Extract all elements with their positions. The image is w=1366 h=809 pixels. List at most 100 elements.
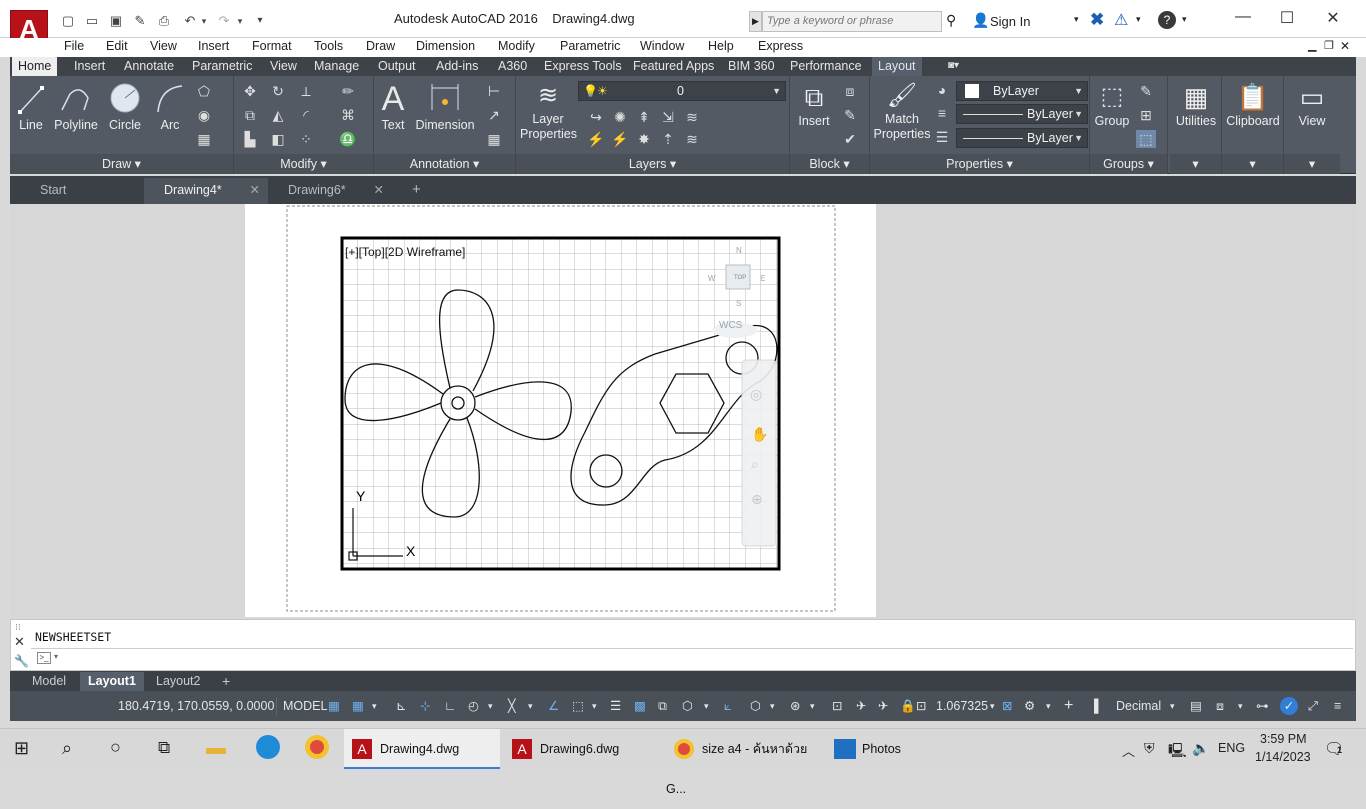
- file-tab-drawing6[interactable]: Drawing6* ✕: [268, 178, 392, 204]
- isodraft-dropdown-icon[interactable]: ▾: [528, 697, 533, 715]
- hardware-acceleration-icon[interactable]: ✓: [1280, 697, 1298, 715]
- viewcube-east-label[interactable]: E: [760, 274, 765, 283]
- layer-dropdown[interactable]: 💡 ☀ 0 ▼: [578, 81, 786, 101]
- layer-freeze-icon[interactable]: ⇞: [634, 108, 654, 126]
- search-input[interactable]: Type a keyword or phrase: [762, 11, 942, 32]
- menu-format[interactable]: Format: [252, 38, 292, 54]
- annotation-scale-sync-icon[interactable]: ⊠: [1002, 697, 1012, 715]
- dynamic-input-icon[interactable]: ⊹: [420, 697, 430, 715]
- viewport-controls-label[interactable]: [+][Top][2D Wireframe]: [345, 245, 465, 259]
- print-icon[interactable]: ⎙: [154, 12, 174, 30]
- explode-icon[interactable]: ⌘: [338, 106, 358, 124]
- orbit-icon[interactable]: ⊕: [751, 492, 763, 508]
- menu-insert[interactable]: Insert: [198, 38, 229, 54]
- help-icon[interactable]: ?: [1158, 11, 1176, 29]
- modify-panel-title[interactable]: Modify ▾: [234, 154, 373, 174]
- customization-menu-icon[interactable]: ≡: [1334, 697, 1341, 715]
- doc-restore-icon[interactable]: ❐: [1324, 38, 1334, 54]
- tab-view[interactable]: View: [264, 57, 303, 76]
- line-button[interactable]: Line: [16, 80, 46, 133]
- lock-viewport-icon[interactable]: ⧈: [1216, 697, 1224, 715]
- tab-home[interactable]: Home: [12, 57, 58, 76]
- fillet-icon[interactable]: ◜: [296, 106, 316, 124]
- pan-icon[interactable]: ✋: [751, 426, 768, 443]
- undo-dropdown-icon[interactable]: ▾: [198, 12, 210, 30]
- taskbar-app-drawing4[interactable]: A Drawing4.dwg: [344, 729, 500, 769]
- move-icon[interactable]: ✥: [240, 82, 260, 100]
- group-edit-icon[interactable]: ⊞: [1136, 106, 1156, 124]
- gizmo-icon[interactable]: ⊛: [790, 697, 800, 715]
- edge-icon[interactable]: [256, 735, 280, 759]
- undo-icon[interactable]: ↶: [180, 12, 200, 30]
- rotate-icon[interactable]: ↻: [268, 82, 288, 100]
- viewcube-top-label[interactable]: TOP: [734, 275, 746, 281]
- tab-express-tools[interactable]: Express Tools: [538, 57, 628, 76]
- mirror-icon[interactable]: ◭: [268, 106, 288, 124]
- windows-start-icon[interactable]: ⊞: [14, 738, 29, 759]
- lock-viewport-dropdown-icon[interactable]: ▾: [1238, 697, 1243, 715]
- layer-copy-icon[interactable]: ⚡: [610, 130, 630, 148]
- circle-button[interactable]: Circle: [106, 80, 144, 133]
- array-icon[interactable]: ⁘: [296, 130, 316, 148]
- snap-icon[interactable]: ▦: [352, 697, 364, 715]
- menu-edit[interactable]: Edit: [106, 38, 128, 54]
- layout-tab-layout2[interactable]: Layout2: [148, 672, 208, 691]
- region-icon[interactable]: ▦: [194, 130, 214, 148]
- menu-dimension[interactable]: Dimension: [416, 38, 475, 54]
- hatch-icon[interactable]: ◉: [194, 106, 214, 124]
- command-input[interactable]: >_ ▾: [31, 648, 1353, 668]
- new-tab-icon[interactable]: +: [404, 178, 430, 204]
- file-explorer-icon[interactable]: ▬: [206, 737, 226, 760]
- scale-icon[interactable]: ◧: [268, 130, 288, 148]
- units-dropdown-icon[interactable]: ▾: [1170, 697, 1175, 715]
- isolate-objects-icon[interactable]: ⊶: [1256, 697, 1269, 715]
- offset-icon[interactable]: ♎: [338, 130, 358, 148]
- menu-view[interactable]: View: [150, 38, 177, 54]
- layer-current-icon[interactable]: ⚡: [586, 130, 606, 148]
- wcs-menu[interactable]: WCS: [719, 320, 743, 331]
- 3d-osnap-dropdown-icon[interactable]: ▾: [704, 697, 709, 715]
- selection-filter-dropdown-icon[interactable]: ▾: [770, 697, 775, 715]
- close-command-line-icon[interactable]: ✕: [14, 634, 25, 650]
- polar-dropdown-icon[interactable]: ▾: [488, 697, 493, 715]
- color-dropdown[interactable]: ByLayer ▼: [956, 81, 1088, 101]
- save-icon[interactable]: ▣: [106, 12, 126, 30]
- viewcube-south-label[interactable]: S: [736, 299, 741, 308]
- group-selection-icon[interactable]: ⬚: [1136, 130, 1156, 148]
- save-as-icon[interactable]: ✎: [130, 12, 150, 30]
- search-icon[interactable]: ⌕: [62, 738, 72, 759]
- clean-screen-icon[interactable]: ⤢: [1308, 697, 1318, 715]
- ungroup-icon[interactable]: ✎: [1136, 82, 1156, 100]
- command-prompt-icon[interactable]: >_: [37, 652, 51, 664]
- viewport-scale-icon[interactable]: ⊡: [916, 697, 926, 715]
- sign-in-dropdown-icon[interactable]: ▾: [1074, 14, 1079, 25]
- ribbon-minimize-icon[interactable]: ◙▾: [942, 57, 965, 76]
- match-properties-button[interactable]: 🖌 Match Properties: [872, 80, 932, 142]
- polar-tracking-icon[interactable]: ◴: [468, 697, 479, 715]
- annotation-visibility-icon[interactable]: ✈: [856, 697, 866, 715]
- layer-isolate-icon[interactable]: ✺: [610, 108, 630, 126]
- menu-modify[interactable]: Modify: [498, 38, 535, 54]
- tab-output[interactable]: Output: [372, 57, 422, 76]
- defender-icon[interactable]: ⛨: [1144, 740, 1155, 757]
- polyline-button[interactable]: Polyline: [52, 80, 100, 133]
- snap-dropdown-icon[interactable]: ▾: [372, 697, 377, 715]
- maximize-viewport-icon[interactable]: ⊡: [832, 697, 842, 715]
- task-view-icon[interactable]: ⧉: [158, 738, 170, 758]
- workspace-switching-icon[interactable]: ⚙: [1024, 697, 1035, 715]
- clipboard-expand[interactable]: ▾: [1222, 154, 1283, 174]
- clipboard-button[interactable]: 📋 Clipboard: [1222, 80, 1284, 129]
- taskbar-app-drawing6[interactable]: A Drawing6.dwg: [504, 729, 660, 769]
- layers-panel-title[interactable]: Layers ▾: [516, 154, 789, 174]
- tab-a360[interactable]: A360: [492, 57, 533, 76]
- stretch-icon[interactable]: ▙: [240, 130, 260, 148]
- redo-dropdown-icon[interactable]: ▾: [234, 12, 246, 30]
- menu-tools[interactable]: Tools: [314, 38, 343, 54]
- layout-tab-layout1[interactable]: Layout1: [80, 672, 144, 691]
- exchange-apps-icon[interactable]: ✖: [1090, 10, 1104, 30]
- doc-close-icon[interactable]: ✕: [1340, 38, 1350, 54]
- insert-button[interactable]: ⧉ Insert: [792, 80, 836, 129]
- units-display[interactable]: Decimal: [1116, 697, 1161, 715]
- grid-icon[interactable]: ▦: [328, 697, 340, 715]
- edit-attributes-icon[interactable]: ✔: [840, 130, 860, 148]
